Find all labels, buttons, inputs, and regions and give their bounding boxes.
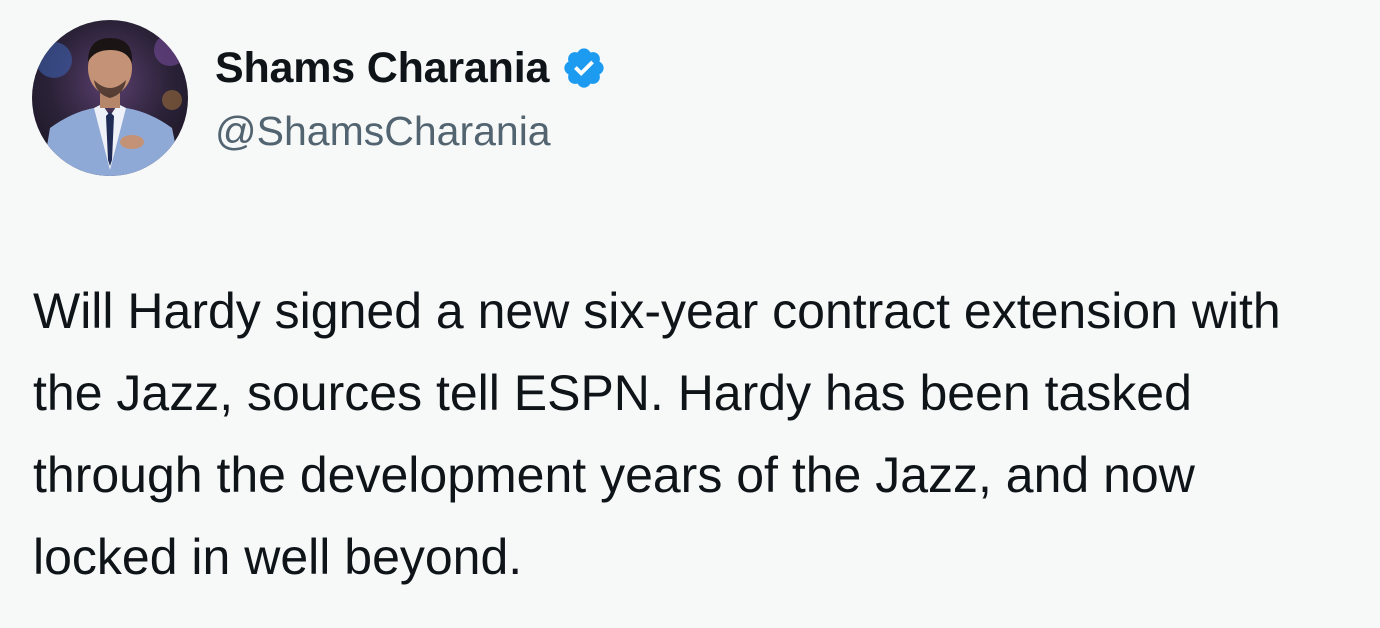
tweet-text: Will Hardy signed a new six-year contrac… bbox=[33, 283, 1281, 585]
tweet-card: Shams Charania @ShamsCharania Will Hardy… bbox=[0, 0, 1380, 628]
author-avatar[interactable] bbox=[32, 20, 188, 176]
avatar-photo bbox=[32, 20, 188, 176]
author-name-row: Shams Charania bbox=[215, 40, 607, 96]
verified-check-icon bbox=[564, 48, 604, 88]
author-handle[interactable]: @ShamsCharania bbox=[215, 103, 551, 159]
author-display-name[interactable]: Shams Charania bbox=[215, 40, 549, 96]
